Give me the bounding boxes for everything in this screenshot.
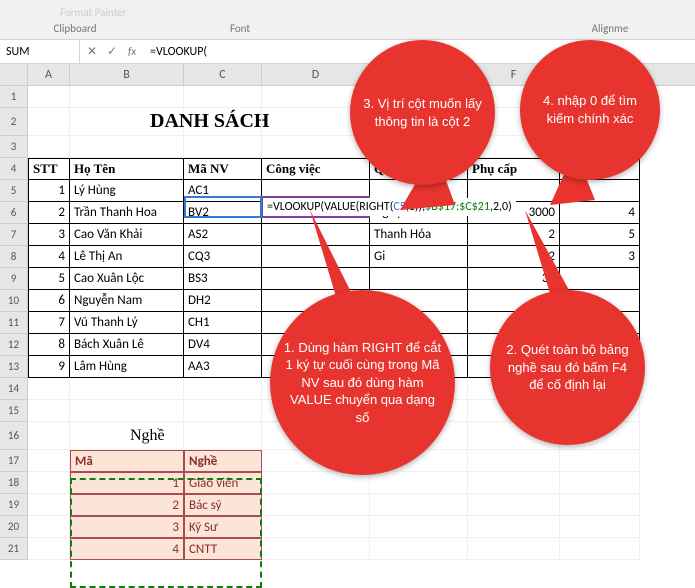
- row-header[interactable]: 1: [0, 86, 28, 108]
- cell-manv[interactable]: CQ3: [184, 246, 262, 268]
- hdr-manv[interactable]: Mã NV: [184, 158, 262, 180]
- row-header[interactable]: 13: [0, 356, 28, 378]
- nghe-name[interactable]: Kỹ Sư: [184, 516, 262, 538]
- nghe-hdr-nghe[interactable]: Nghề: [184, 450, 262, 472]
- cell-hoten[interactable]: Lý Hùng: [70, 180, 184, 202]
- nghe-row: 19 2 Bác sỹ: [0, 494, 695, 516]
- cell-hoten[interactable]: Lâm Hùng: [70, 356, 184, 378]
- row-header[interactable]: 6: [0, 202, 28, 224]
- nghe-name[interactable]: Giáo viên: [184, 472, 262, 494]
- row-header[interactable]: 9: [0, 268, 28, 290]
- cell-hoten[interactable]: Bách Xuân Lê: [70, 334, 184, 356]
- cell-hoten[interactable]: Cao Xuân Lộc: [70, 268, 184, 290]
- cell-hoten[interactable]: Cao Văn Khải: [70, 224, 184, 246]
- row-header[interactable]: 2: [0, 108, 28, 136]
- row-header[interactable]: 19: [0, 494, 28, 516]
- cell-stt[interactable]: 7: [28, 312, 70, 334]
- cell-stt[interactable]: 9: [28, 356, 70, 378]
- row-header[interactable]: 18: [0, 472, 28, 494]
- col-header-d[interactable]: D: [262, 64, 370, 85]
- cell-hoten[interactable]: Lê Thị An: [70, 246, 184, 268]
- ribbon-group-clipboard: Clipboard: [10, 22, 140, 39]
- row-header[interactable]: 11: [0, 312, 28, 334]
- cell-stt[interactable]: 4: [28, 246, 70, 268]
- row-header[interactable]: 8: [0, 246, 28, 268]
- cell-quequan[interactable]: [370, 268, 468, 290]
- cell-hoten[interactable]: Vũ Thanh Lý: [70, 312, 184, 334]
- col-header-a[interactable]: A: [28, 64, 70, 85]
- nghe-hdr-ma[interactable]: Mã: [70, 450, 184, 472]
- nghe-ma[interactable]: 1: [70, 472, 184, 494]
- col-header-b[interactable]: B: [70, 64, 184, 85]
- cell-manv[interactable]: AC1: [184, 180, 262, 202]
- hdr-stt[interactable]: STT: [28, 158, 70, 180]
- cell-manv[interactable]: DH2: [184, 290, 262, 312]
- cell-stt[interactable]: 5: [28, 268, 70, 290]
- nghe-ma[interactable]: 4: [70, 538, 184, 560]
- row-header[interactable]: 7: [0, 224, 28, 246]
- cell-stt[interactable]: 8: [28, 334, 70, 356]
- callout-2: 2. Quét toàn bộ bảng nghề sau đó bấm F4 …: [490, 290, 645, 445]
- hdr-hoten[interactable]: Họ Tên: [70, 158, 184, 180]
- row-header[interactable]: 20: [0, 516, 28, 538]
- col-header-c[interactable]: C: [184, 64, 262, 85]
- cell-hoten[interactable]: Nguyễn Nam: [70, 290, 184, 312]
- nghe-row: 21 4 CNTT: [0, 538, 695, 560]
- title-cell[interactable]: DANH SÁCH: [70, 108, 184, 136]
- nghe-title[interactable]: Nghề: [70, 422, 184, 450]
- callout-1: 1. Dùng hàm RIGHT để cắt 1 ký tự cuối cù…: [270, 290, 455, 475]
- callout-4: 4. nhập 0 để tìm kiếm chính xác: [520, 40, 660, 180]
- cell-hoten[interactable]: Trần Thanh Hoa: [70, 202, 184, 224]
- cell-manv[interactable]: BV2: [184, 202, 262, 224]
- cell-stt[interactable]: 2: [28, 202, 70, 224]
- cancel-icon[interactable]: ✕: [86, 44, 98, 59]
- nghe-ma[interactable]: 3: [70, 516, 184, 538]
- cell-quequan[interactable]: Thanh Hóa: [370, 224, 468, 246]
- cell-quequan[interactable]: Gi: [370, 246, 468, 268]
- cell-stt[interactable]: 3: [28, 224, 70, 246]
- row-header[interactable]: 5: [0, 180, 28, 202]
- cell-manv[interactable]: AA3: [184, 356, 262, 378]
- cell-manv[interactable]: BS3: [184, 268, 262, 290]
- nghe-row: 18 1 Giáo viên: [0, 472, 695, 494]
- name-box[interactable]: SUM: [0, 40, 80, 63]
- row-header[interactable]: 10: [0, 290, 28, 312]
- hdr-congviec[interactable]: Công việc: [262, 158, 370, 180]
- ribbon-group-font: Font: [140, 22, 340, 39]
- cell-manv[interactable]: AS2: [184, 224, 262, 246]
- format-painter-label: Format Painter: [60, 6, 126, 19]
- select-all-corner[interactable]: [0, 64, 28, 85]
- cell-stt[interactable]: 6: [28, 290, 70, 312]
- row-header[interactable]: 21: [0, 538, 28, 560]
- ribbon-group-alignment: Alignme: [535, 22, 685, 39]
- callout-3: 3. Vị trí cột muốn lấy thông tin là cột …: [350, 40, 495, 185]
- cell-manv[interactable]: DV4: [184, 334, 262, 356]
- nghe-name[interactable]: CNTT: [184, 538, 262, 560]
- cell-manv[interactable]: CH1: [184, 312, 262, 334]
- fx-icon[interactable]: fx: [126, 45, 138, 58]
- cell-stt[interactable]: 1: [28, 180, 70, 202]
- nghe-name[interactable]: Bác sỹ: [184, 494, 262, 516]
- nghe-ma[interactable]: 2: [70, 494, 184, 516]
- row-header[interactable]: 12: [0, 334, 28, 356]
- enter-icon[interactable]: ✓: [106, 44, 118, 59]
- nghe-row: 20 3 Kỹ Sư: [0, 516, 695, 538]
